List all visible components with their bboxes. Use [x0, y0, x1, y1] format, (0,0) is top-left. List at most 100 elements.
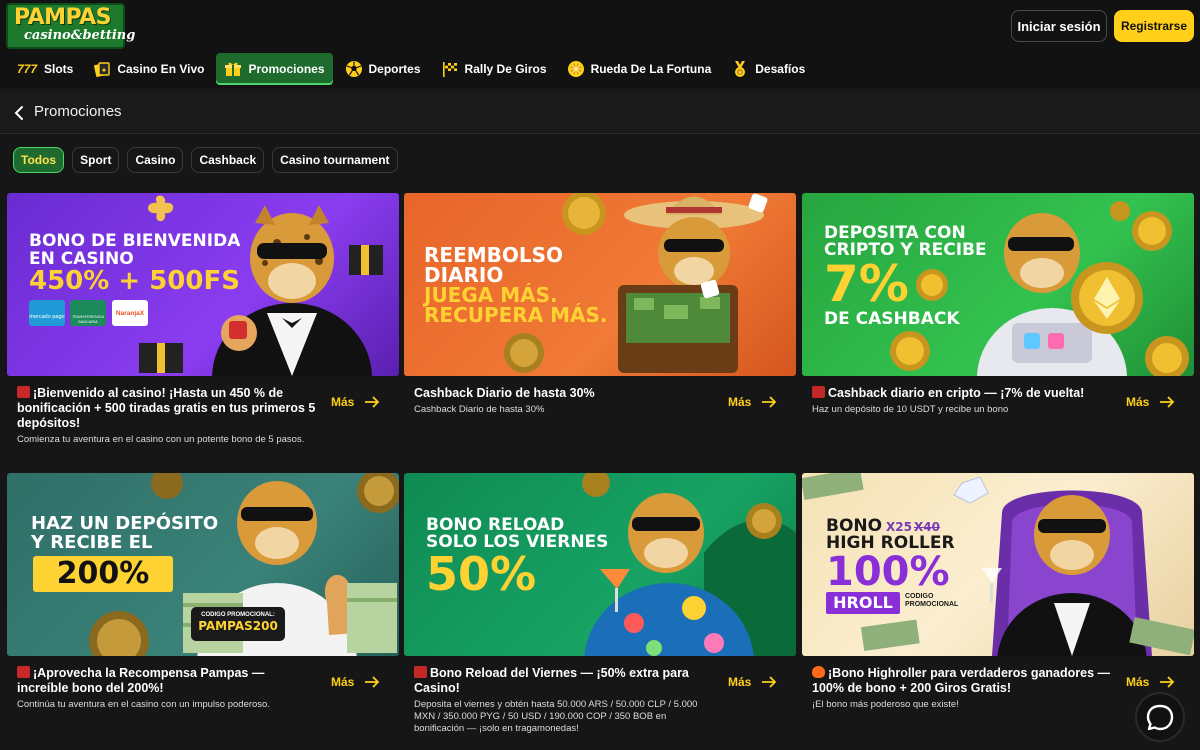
brand-logo[interactable]: PAMPAS casino&betting [6, 3, 136, 49]
banner-headline: RECUPERA MÁS. [424, 303, 608, 327]
arrow-right-icon [762, 676, 777, 688]
nav-item-rueda-de-la-fortuna[interactable]: Rueda De La Fortuna [559, 53, 720, 85]
more-label: Más [331, 395, 355, 409]
slot-machine-icon [17, 386, 30, 398]
more-link[interactable]: Más [331, 395, 380, 409]
promo-description: Cashback Diario de hasta 30% [414, 404, 545, 415]
promo-code-label: CODIGO PROMOCIONAL [905, 593, 959, 608]
arrow-right-icon [1160, 396, 1175, 408]
nav-item-promociones[interactable]: Promociones [216, 53, 333, 85]
promo-banner[interactable]: BONO DE BIENVENIDA EN CASINO 450% + 500F… [7, 193, 399, 376]
nav-item-rally-de-giros[interactable]: Rally De Giros [433, 53, 555, 85]
bank-transfer-badge: TRANSFERENCIA BANCARIA [70, 300, 106, 326]
page-header: Promociones [0, 92, 1200, 134]
more-label: Más [331, 675, 355, 689]
filter-sport[interactable]: Sport [72, 147, 120, 173]
banner-headline: REEMBOLSO [424, 243, 564, 267]
nav-item-casino-en-vivo[interactable]: ♠ Casino En Vivo [85, 53, 212, 85]
more-link[interactable]: Más [728, 675, 777, 689]
register-button[interactable]: Registrarse [1114, 10, 1194, 42]
chevron-left-icon[interactable] [12, 103, 28, 123]
nav-item-label: Promociones [248, 62, 325, 76]
more-link[interactable]: Más [728, 395, 777, 409]
brand-tagline: casino&betting [24, 28, 136, 43]
nav-item-slots[interactable]: 777 Slots [8, 53, 81, 85]
promo-banner[interactable]: BONO X25 X40 HIGH ROLLER 100% HROLL CODI… [802, 473, 1194, 656]
promo-card[interactable]: HAZ UN DEPÓSITO Y RECIBE EL 200% CODIGO … [7, 473, 399, 743]
nav-item-label: Rally De Giros [464, 62, 547, 76]
promo-title-text: ¡Bienvenido al casino! ¡Hasta un 450 % d… [17, 386, 316, 430]
nav-item-label: Deportes [368, 62, 421, 76]
nav-item-label: Rueda De La Fortuna [590, 62, 712, 76]
more-label: Más [1126, 395, 1150, 409]
slot-machine-icon [414, 666, 427, 678]
promo-card[interactable]: BONO DE BIENVENIDA EN CASINO 450% + 500F… [7, 193, 399, 463]
more-label: Más [728, 675, 752, 689]
mercado-pago-badge: mercado pago [29, 300, 65, 326]
filter-casino[interactable]: Casino [127, 147, 184, 173]
category-filters: Todos Sport Casino Cashback Casino tourn… [13, 147, 398, 173]
arrow-right-icon [365, 396, 380, 408]
promo-title-text: Cashback diario en cripto — ¡7% de vuelt… [828, 386, 1085, 400]
promo-code-label: CODIGO PROMOCIONAL: [201, 612, 275, 618]
promo-description: Haz un depósito de 10 USDT y recibe un b… [812, 404, 1009, 415]
slot-machine-icon [17, 666, 30, 678]
banner-headline: BONO DE BIENVENIDA [29, 231, 241, 251]
promo-description: Deposita el viernes y obtén hasta 50.000… [414, 699, 698, 734]
wager-old: X40 [914, 520, 940, 534]
promo-banner[interactable]: BONO RELOAD SOLO LOS VIERNES 50% [404, 473, 796, 656]
medal-icon: ★ [731, 60, 749, 78]
svg-text:★: ★ [738, 70, 743, 76]
svg-text:♠: ♠ [102, 67, 106, 74]
top-header: PAMPAS casino&betting Iniciar sesión Reg… [0, 0, 1200, 88]
promo-description: ¡El bono más poderoso que existe! [812, 699, 959, 710]
nav-item-label: Casino En Vivo [117, 62, 205, 76]
promo-card[interactable]: DEPOSITA CON CRIPTO Y RECIBE 7% DE CASHB… [802, 193, 1194, 463]
checkered-flag-icon [441, 60, 459, 78]
fire-icon [812, 666, 825, 678]
promo-title: ¡Bienvenido al casino! ¡Hasta un 450 % d… [17, 386, 317, 431]
nav-item-label: Desafíos [755, 62, 806, 76]
more-link[interactable]: Más [331, 675, 380, 689]
live-chat-button[interactable] [1135, 692, 1185, 742]
promo-banner[interactable]: HAZ UN DEPÓSITO Y RECIBE EL 200% CODIGO … [7, 473, 399, 656]
more-link[interactable]: Más [1126, 395, 1175, 409]
promo-title-text: ¡Bono Highroller para verdaderos ganador… [812, 666, 1111, 695]
promo-title: Cashback Diario de hasta 30% [414, 386, 595, 400]
promo-description: Comienza tu aventura en el casino con un… [17, 434, 305, 445]
promo-title: ¡Bono Highroller para verdaderos ganador… [812, 666, 1112, 696]
promo-title: ¡Aprovecha la Recompensa Pampas — increí… [17, 666, 317, 696]
main-nav: 777 Slots ♠ Casino En Vivo Promociones D… [8, 53, 813, 85]
promo-banner[interactable]: REEMBOLSO DIARIO JUEGA MÁS. RECUPERA MÁS… [404, 193, 796, 376]
login-button[interactable]: Iniciar sesión [1011, 10, 1107, 42]
filter-casino-tournament[interactable]: Casino tournament [272, 147, 398, 173]
banner-headline: HAZ UN DEPÓSITO [31, 513, 219, 534]
nav-item-deportes[interactable]: Deportes [337, 53, 429, 85]
promo-code: PAMPAS200 [198, 619, 278, 633]
page-title: Promociones [34, 103, 122, 120]
more-link[interactable]: Más [1126, 675, 1175, 689]
promo-title-text: Bono Reload del Viernes — ¡50% extra par… [414, 666, 689, 695]
fortune-wheel-icon [567, 60, 585, 78]
nav-item-desafios[interactable]: ★ Desafíos [723, 53, 813, 85]
arrow-right-icon [1160, 676, 1175, 688]
slots-777-icon: 777 [16, 62, 38, 76]
promo-title: Cashback diario en cripto — ¡7% de vuelt… [812, 386, 1112, 401]
more-label: Más [728, 395, 752, 409]
promo-title: Bono Reload del Viernes — ¡50% extra par… [414, 666, 714, 696]
filter-cashback[interactable]: Cashback [191, 147, 265, 173]
filter-todos[interactable]: Todos [13, 147, 65, 173]
banner-amount: 7% [824, 255, 909, 313]
promo-card[interactable]: BONO RELOAD SOLO LOS VIERNES 50% Bono Re… [404, 473, 796, 743]
promo-code: HROLL [826, 592, 900, 614]
promo-description: Continúa tu aventura en el casino con un… [17, 699, 270, 710]
promo-code-box: CODIGO PROMOCIONAL: PAMPAS200 [191, 607, 285, 641]
banner-headline: JUEGA MÁS. [424, 283, 558, 307]
promo-card[interactable]: REEMBOLSO DIARIO JUEGA MÁS. RECUPERA MÁS… [404, 193, 796, 463]
promo-banner[interactable]: DEPOSITA CON CRIPTO Y RECIBE 7% DE CASHB… [802, 193, 1194, 376]
soccer-ball-icon [345, 60, 363, 78]
banner-amount: 200% [33, 556, 173, 592]
arrow-right-icon [365, 676, 380, 688]
promo-card[interactable]: BONO X25 X40 HIGH ROLLER 100% HROLL CODI… [802, 473, 1194, 743]
banner-amount: 450% + 500FS [29, 266, 240, 296]
